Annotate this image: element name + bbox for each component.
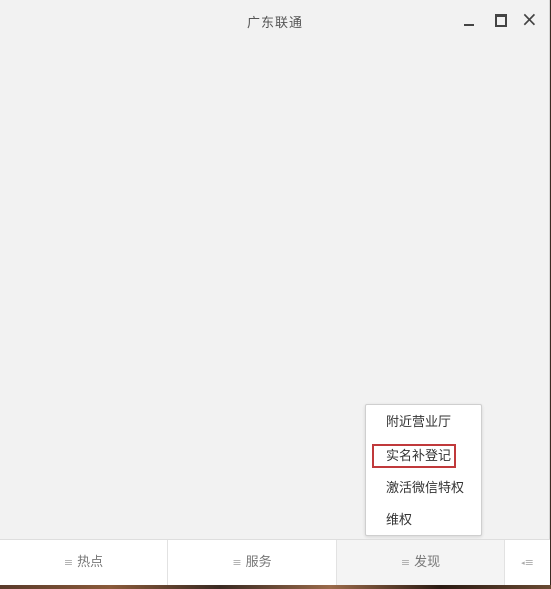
menu-item-label: 激活微信特权 <box>386 481 465 496</box>
menu-lines-icon: ≡ <box>400 556 411 569</box>
tab-discover[interactable]: ≡ 发现 <box>337 540 505 585</box>
tab-hot[interactable]: ≡ 热点 <box>0 540 168 585</box>
menu-lines-icon: ≡ <box>63 556 74 569</box>
minimize-icon <box>464 24 474 26</box>
menu-item-nearby-stores[interactable]: 附近营业厅 <box>366 408 481 438</box>
tab-label: 服务 <box>245 555 272 570</box>
menu-lines-icon: ≡ <box>232 556 242 569</box>
discover-popup-menu: 附近营业厅 实名补登记 激活微信特权 维权 <box>365 404 482 536</box>
collapse-menu-button[interactable]: ◂≡ <box>505 540 550 585</box>
tab-label: 发现 <box>414 555 441 570</box>
menu-item-label: 附近营业厅 <box>386 415 452 430</box>
tab-label: 热点 <box>77 555 104 570</box>
maximize-button[interactable] <box>489 10 511 30</box>
maximize-icon <box>495 14 507 27</box>
close-icon: × <box>521 7 538 31</box>
menu-item-label: 实名补登记 <box>386 449 452 464</box>
menu-item-activate-wechat-privilege[interactable]: 激活微信特权 <box>366 474 481 504</box>
bottom-nav: ≡ 热点 ≡ 服务 ≡ 发现 ◂≡ <box>0 539 550 585</box>
menu-item-label: 维权 <box>386 513 413 528</box>
title-bar[interactable]: 广东联通 × <box>0 0 550 42</box>
minimize-button[interactable] <box>459 10 481 30</box>
menu-item-rights-protection[interactable]: 维权 <box>366 506 481 536</box>
desktop-background <box>0 585 551 589</box>
collapse-menu-icon: ◂≡ <box>521 556 534 569</box>
menu-item-real-name-registration[interactable]: 实名补登记 <box>366 442 481 472</box>
close-button[interactable]: × <box>520 7 542 31</box>
app-window: 广东联通 × 附近营业厅 实名补登记 激活微信特权 维权 ≡ 热点 ≡ 服务 ≡… <box>0 0 550 585</box>
tab-service[interactable]: ≡ 服务 <box>168 540 337 585</box>
